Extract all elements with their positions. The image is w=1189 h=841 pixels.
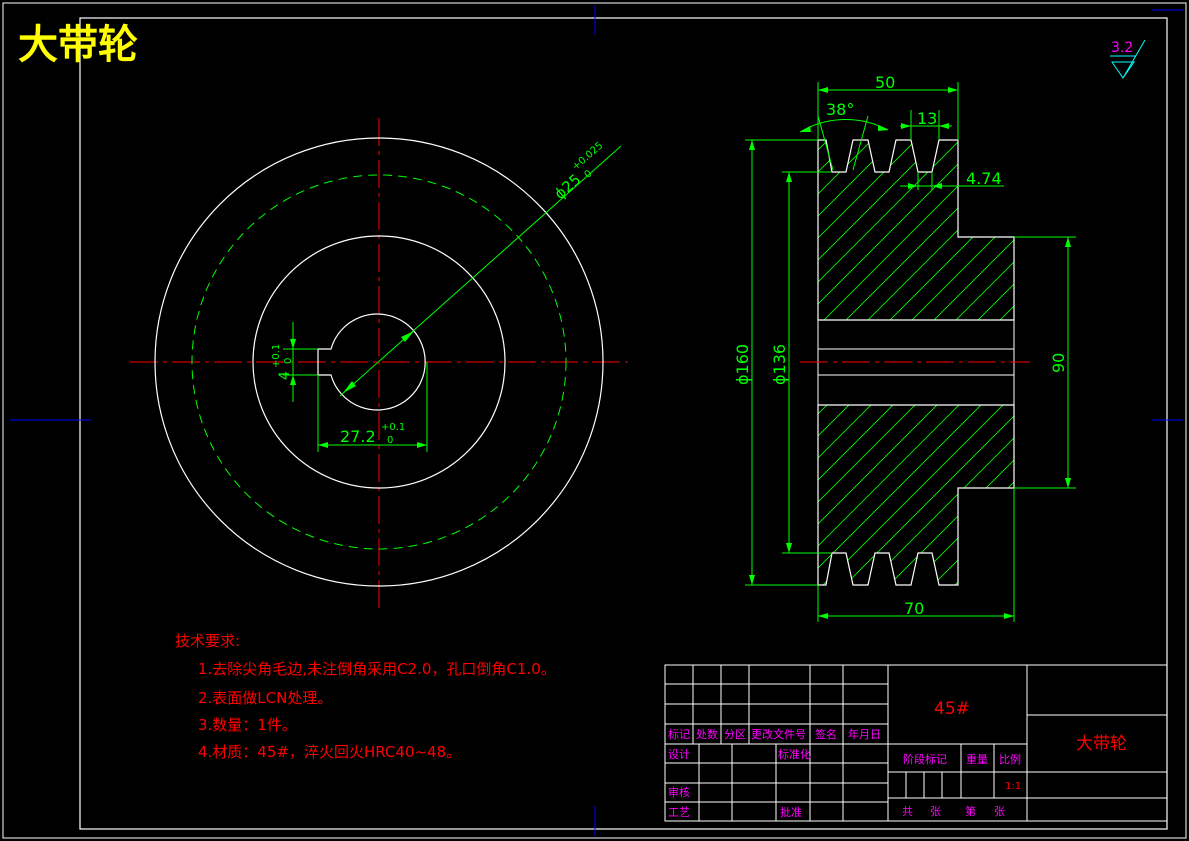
- tb-approve: 批准: [780, 805, 802, 819]
- tb-scale-value: 1:1: [1005, 781, 1021, 792]
- tb-col-biaoji: 标记: [668, 727, 690, 741]
- groove-span-dim: 50: [875, 73, 895, 92]
- section-lower-half: [817, 404, 1015, 586]
- tb-di: 第: [965, 804, 976, 818]
- bore-diameter-label: ϕ25 +0.025 0: [551, 140, 606, 203]
- drawing-title: 大带轮: [18, 22, 138, 68]
- hub-dim: 27.2: [340, 427, 376, 446]
- roughness-value: 3.2: [1111, 40, 1133, 56]
- tb-gong: 共: [902, 805, 913, 818]
- tb-material: 45#: [934, 699, 970, 719]
- total-width-dim: 70: [904, 599, 924, 618]
- tb-zhang: 张: [930, 805, 941, 818]
- hub-width-label: 27.2 +0.1 0: [340, 422, 405, 446]
- section-upper-half: [817, 139, 1015, 321]
- requirement-item: 2.表面做LCN处理。: [198, 689, 332, 707]
- pitch-diameter-dim: ϕ136: [770, 344, 789, 385]
- tb-design: 设计: [668, 748, 690, 761]
- bore-tol-upper: +0.025: [570, 140, 605, 173]
- tb-col-qianming: 签名: [815, 727, 837, 741]
- groove-pitch-dim: 13: [917, 109, 937, 128]
- section-view: [745, 82, 1076, 622]
- groove-angle-dim: 38°: [826, 100, 854, 119]
- tb-scale-label: 比例: [999, 752, 1021, 766]
- tb-zhang2: 张: [994, 805, 1005, 818]
- hub-diameter-dim: 90: [1049, 353, 1068, 373]
- tb-part-name: 大带轮: [1076, 734, 1127, 754]
- hub-tol-upper: +0.1: [381, 422, 405, 433]
- technical-requirements: 技术要求: 1.去除尖角毛边,未注倒角采用C2.0，孔口倒角C1.0。 2.表面…: [175, 632, 556, 761]
- tb-col-fenqu: 分区: [724, 728, 746, 741]
- key-depth-dim: 4: [277, 371, 293, 380]
- outer-diameter-dim: ϕ160: [733, 344, 752, 385]
- requirement-item: 4.材质：45#，淬火回火HRC40~48。: [198, 743, 461, 761]
- bore-dim: ϕ25: [551, 170, 585, 203]
- requirements-heading: 技术要求:: [175, 632, 240, 650]
- tb-review: 审核: [668, 785, 690, 799]
- tb-process: 工艺: [668, 806, 690, 819]
- requirement-item: 3.数量：1件。: [198, 716, 297, 734]
- tb-standard: 标准化: [778, 747, 811, 761]
- key-depth-tol-lower: 0: [283, 358, 294, 364]
- tb-col-genggai: 更改文件号: [751, 727, 806, 741]
- groove-depth-dim: 4.74: [966, 169, 1002, 188]
- drawing-canvas: 大带轮 3.2 ϕ25 +0.025 0 4 +0.1 0 27.2 +0.1 …: [2, 2, 1187, 839]
- tb-weight: 重量: [966, 752, 988, 766]
- tb-col-nianyueri: 年月日: [848, 727, 881, 741]
- tb-col-chushu: 处数: [696, 728, 718, 741]
- requirement-item: 1.去除尖角毛边,未注倒角采用C2.0，孔口倒角C1.0。: [198, 660, 556, 678]
- key-depth-tol-upper: +0.1: [271, 344, 282, 368]
- hub-tol-lower: 0: [387, 435, 393, 446]
- tb-stage-mark: 阶段标记: [903, 752, 947, 766]
